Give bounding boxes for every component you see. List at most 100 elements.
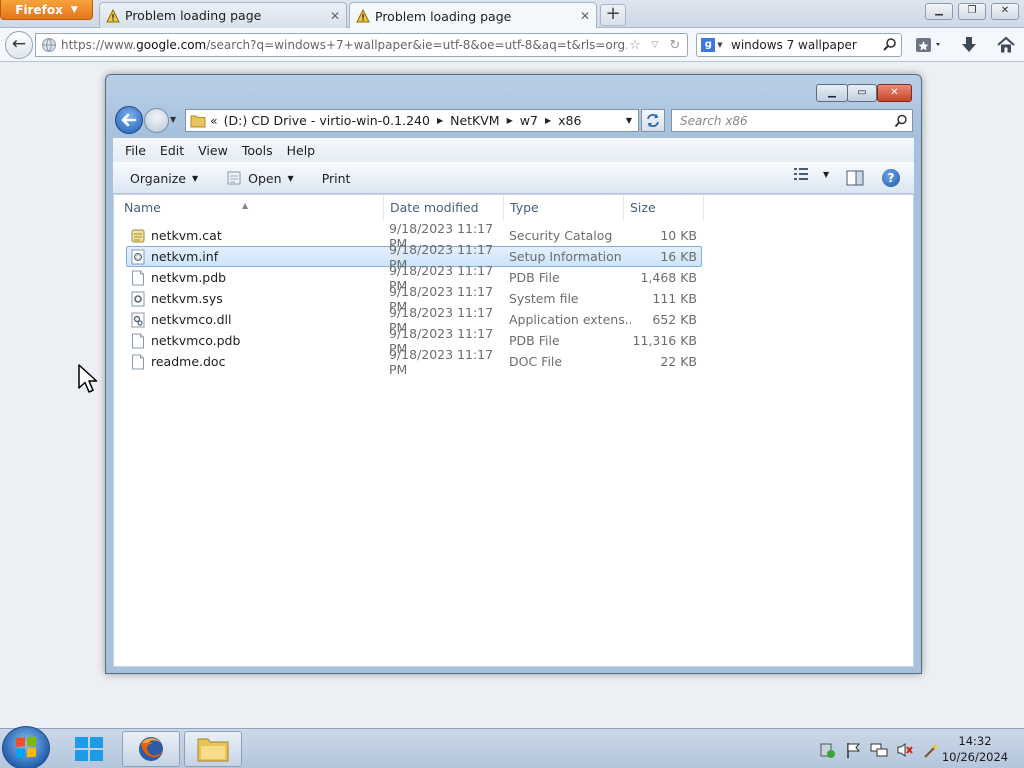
file-icon <box>130 270 146 286</box>
taskbar-explorer-app[interactable] <box>184 731 242 767</box>
explorer-refresh-button[interactable] <box>641 109 665 132</box>
address-dropdown-icon[interactable]: ▼ <box>626 116 632 125</box>
open-with-icon <box>227 171 241 185</box>
file-name: readme.doc <box>151 354 226 369</box>
start-button[interactable] <box>2 726 50 768</box>
file-size: 16 KB <box>660 249 697 264</box>
volume-muted-icon[interactable] <box>896 741 914 759</box>
help-icon[interactable]: ? <box>882 169 900 187</box>
tab-close-icon[interactable]: ✕ <box>330 9 340 23</box>
firefox-menu-button[interactable]: Firefox ▼ <box>0 0 93 20</box>
column-header-date[interactable]: Date modified <box>384 195 504 221</box>
bookmarks-icon[interactable] <box>915 36 945 54</box>
chevron-down-icon: ▼ <box>70 4 78 15</box>
search-icon <box>894 114 907 128</box>
explorer-search-input[interactable]: Search x86 <box>671 109 913 132</box>
new-tab-button[interactable]: + <box>600 4 626 26</box>
system-clock[interactable]: 14:32 10/26/2024 <box>932 733 1018 765</box>
history-dropdown-icon[interactable]: ▽ <box>647 40 663 50</box>
downloads-icon[interactable] <box>960 36 978 54</box>
breadcrumb-w7[interactable]: w7 <box>520 113 538 128</box>
file-row[interactable]: readme.doc 9/18/2023 11:17 PM DOC File 22 K… <box>126 347 702 377</box>
open-button[interactable]: Open ▼ <box>220 166 300 190</box>
menu-tools[interactable]: Tools <box>242 143 273 158</box>
file-size: 1,468 KB <box>640 270 697 285</box>
column-header-size[interactable]: Size <box>624 195 704 221</box>
search-engine-selector[interactable]: g ▼ <box>697 34 727 56</box>
tab-title: Problem loading page <box>375 8 512 24</box>
breadcrumb-x86[interactable]: x86 <box>558 113 581 128</box>
browser-tab-1[interactable]: Problem loading page ✕ <box>99 2 347 28</box>
chevron-right-icon[interactable]: ▶ <box>545 116 551 125</box>
reload-icon[interactable]: ↻ <box>667 38 683 53</box>
file-name: netkvmco.pdb <box>151 333 241 348</box>
file-date: 9/18/2023 11:17 PM <box>389 346 494 377</box>
explorer-menu-bar: File Edit View Tools Help <box>113 138 914 162</box>
explorer-window: ▁ ▭ ✕ ▼ « (D:) CD Drive - virtio-win-0.1… <box>105 74 922 674</box>
breadcrumb-overflow-chevron[interactable]: « <box>210 113 218 128</box>
file-name: netkvm.sys <box>151 291 223 306</box>
chevron-right-icon[interactable]: ▶ <box>437 116 443 125</box>
browser-close-button[interactable]: ✕ <box>991 3 1019 20</box>
file-list-pane: Name ▲ Date modified Type Size netkvm.ca… <box>113 194 914 667</box>
menu-edit[interactable]: Edit <box>160 143 184 158</box>
menu-help[interactable]: Help <box>287 143 316 158</box>
chevron-down-icon: ▼ <box>192 173 199 183</box>
column-header-name[interactable]: Name ▲ <box>114 195 384 221</box>
menu-view[interactable]: View <box>198 143 228 158</box>
url-bar[interactable]: https://www.google.com/search?q=windows+… <box>35 33 688 57</box>
url-text: https://www.google.com/search?q=windows+… <box>61 38 627 52</box>
network-icon[interactable] <box>870 741 888 759</box>
breadcrumb-netkvm[interactable]: NetKVM <box>450 113 499 128</box>
column-header-type[interactable]: Type <box>504 195 624 221</box>
back-button[interactable]: ← <box>5 31 33 59</box>
windows-tiles-icon <box>75 737 103 761</box>
organize-button[interactable]: Organize ▼ <box>124 166 204 190</box>
menu-file[interactable]: File <box>125 143 146 158</box>
file-size: 111 KB <box>652 291 697 306</box>
file-type: Application extens... <box>509 312 631 327</box>
explorer-address-bar[interactable]: « (D:) CD Drive - virtio-win-0.1.240 ▶ N… <box>185 109 639 132</box>
taskbar-windows-app[interactable] <box>60 731 118 767</box>
globe-icon <box>42 38 56 52</box>
clock-time: 14:32 <box>958 734 992 748</box>
browser-minimize-button[interactable]: ▁ <box>925 3 953 20</box>
bookmark-star-icon[interactable]: ☆ <box>627 38 643 53</box>
explorer-minimize-button[interactable]: ▁ <box>816 84 848 102</box>
chevron-down-icon: ▼ <box>823 169 830 179</box>
explorer-forward-button[interactable] <box>144 108 169 133</box>
tab-close-icon[interactable]: ✕ <box>580 9 590 23</box>
home-icon[interactable] <box>997 36 1015 54</box>
recent-pages-dropdown-icon[interactable]: ▼ <box>170 115 176 124</box>
file-name: netkvm.cat <box>151 228 222 243</box>
folder-icon <box>197 738 229 762</box>
search-input[interactable]: windows 7 wallpaper <box>727 38 879 52</box>
file-size: 11,316 KB <box>632 333 697 348</box>
search-placeholder: Search x86 <box>680 113 748 128</box>
file-type: Setup Information <box>509 249 622 264</box>
explorer-close-button[interactable]: ✕ <box>877 84 912 102</box>
mouse-cursor-icon <box>78 364 98 393</box>
browser-search-box[interactable]: g ▼ windows 7 wallpaper <box>696 33 902 57</box>
browser-restore-button[interactable]: ❐ <box>958 3 986 20</box>
breadcrumb-cd-drive[interactable]: (D:) CD Drive - virtio-win-0.1.240 <box>224 113 430 128</box>
file-size: 10 KB <box>660 228 697 243</box>
explorer-command-bar: Organize ▼ Open ▼ Print ▼ ? <box>113 162 914 194</box>
taskbar-firefox-app[interactable] <box>122 731 180 767</box>
explorer-maximize-button[interactable]: ▭ <box>847 84 877 102</box>
chevron-down-icon: ▼ <box>287 173 294 183</box>
action-center-flag-icon[interactable] <box>844 741 862 759</box>
google-icon: g <box>701 38 716 52</box>
file-type: Security Catalog <box>509 228 613 243</box>
file-icon <box>130 333 146 349</box>
explorer-back-button[interactable] <box>115 106 143 134</box>
chevron-right-icon[interactable]: ▶ <box>507 116 513 125</box>
change-view-button[interactable]: ▼ <box>793 167 829 181</box>
warning-icon <box>356 9 370 23</box>
preview-pane-icon[interactable] <box>846 170 864 186</box>
print-button[interactable]: Print <box>316 166 357 190</box>
browser-tab-2[interactable]: Problem loading page ✕ <box>349 2 597 29</box>
security-icon[interactable] <box>818 741 836 759</box>
search-icon[interactable] <box>879 37 901 53</box>
browser-nav-bar: ← https://www.google.com/search?q=window… <box>0 28 1024 62</box>
